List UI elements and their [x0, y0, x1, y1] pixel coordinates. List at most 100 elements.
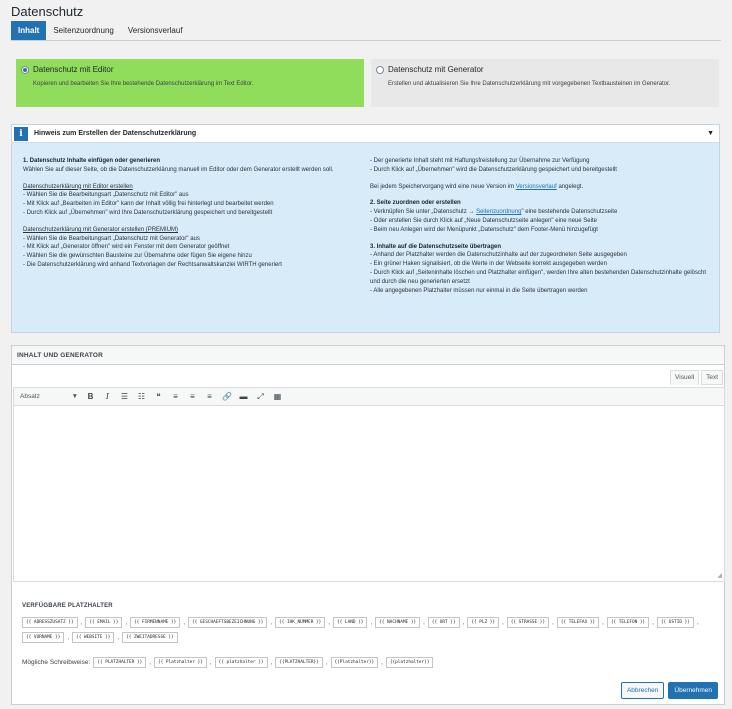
tab-text[interactable]: Text — [701, 370, 723, 385]
placeholder-chip[interactable]: {{ ZWEITADRESSE }} — [122, 632, 178, 643]
blockquote-icon[interactable]: ❝ — [154, 392, 163, 401]
separator: , — [381, 659, 383, 666]
bullet-list-icon[interactable]: ☰ — [120, 392, 129, 401]
hint-line: - Wählen Sie die gewünschten Bausteine z… — [23, 253, 252, 260]
hint-line: - Verknüpfen Sie unter „Datenschutz → Se… — [370, 209, 618, 216]
align-right-icon[interactable]: ≡ — [205, 392, 214, 401]
hint-line: - Durch Klick auf „Seiteninhalte löschen… — [370, 269, 707, 285]
align-center-icon[interactable]: ≡ — [188, 392, 197, 401]
spelling-chip[interactable]: {{Platzhalter}} — [330, 657, 379, 668]
hint-line: - Wählen Sie die Bearbeitungsart „Datens… — [23, 235, 200, 242]
mode-generator-option[interactable]: Datenschutz mit Generator Erstellen und … — [371, 59, 719, 107]
format-select[interactable]: Absatz ▼ — [20, 393, 78, 400]
separator: , — [502, 619, 504, 626]
bold-icon[interactable]: B — [86, 392, 95, 401]
hint-line: - Mit Klick auf „Bearbeiten im Editor" k… — [23, 201, 274, 208]
read-more-icon[interactable]: ▬ — [239, 392, 248, 401]
placeholder-chip[interactable]: {{ ADRESSZUSATZ }} — [22, 617, 78, 628]
placeholders-title: VERFÜGBARE PLATZHALTER — [22, 603, 113, 609]
separator: , — [462, 619, 465, 626]
mode-editor-option[interactable]: Datenschutz mit Editor Kopieren und bear… — [16, 59, 364, 107]
apply-button[interactable]: Übernehmen — [668, 682, 718, 699]
hint-line: - Mit Klick auf „Generator öffnen" wird … — [23, 244, 230, 251]
hint-line: - Anhand der Platzhalter werden die Date… — [370, 252, 627, 259]
collapse-toggle-icon[interactable]: ▼ — [707, 130, 714, 137]
separator: , — [80, 619, 83, 626]
hint-title: Hinweis zum Erstellen der Datenschutzerk… — [34, 130, 197, 137]
placeholder-chip[interactable]: {{ TELEFAX }} — [556, 617, 600, 628]
tab-versionsverlauf[interactable]: Versionsverlauf — [121, 22, 190, 40]
hint-line: - Der generierte Inhalt steht mit Haftun… — [370, 158, 590, 164]
placeholder-chip[interactable]: {{ NACHNAME }} — [375, 617, 421, 628]
separator: , — [270, 619, 273, 626]
tab-inhalt[interactable]: Inhalt — [11, 21, 47, 40]
hint-heading-1: 1. Datenschutz Inhalte einfügen oder gen… — [23, 158, 161, 164]
separator: , — [423, 619, 425, 626]
editor-content-area[interactable]: ◢ — [13, 406, 725, 582]
separator: , — [67, 634, 70, 641]
hint-line: - Beim neu Anlegen wird der Menüpunkt „D… — [370, 226, 598, 233]
fullscreen-icon[interactable]: ⤢ — [256, 392, 265, 402]
numbered-list-icon[interactable]: ☷ — [137, 392, 146, 401]
mode-generator-label: Datenschutz mit Generator — [388, 65, 484, 74]
align-left-icon[interactable]: ≡ — [171, 392, 180, 401]
editor-title: INHALT UND GENERATOR — [12, 346, 724, 365]
radio-editor[interactable] — [21, 65, 29, 74]
separator: , — [149, 659, 151, 666]
mode-selector: Datenschutz mit Editor Kopieren und bear… — [16, 59, 719, 107]
spelling-chip[interactable]: {{ platzhalter }} — [214, 657, 268, 668]
placeholder-chip[interactable]: {{ TELEFON }} — [606, 617, 650, 628]
separator: , — [552, 619, 554, 626]
hint-right-column: - Der generierte Inhalt steht mit Haftun… — [362, 157, 709, 295]
spelling-label: Mögliche Schreibweise: — [22, 659, 91, 666]
mode-editor-label: Datenschutz mit Editor — [33, 65, 114, 74]
hint-save-line: Bei jedem Speichervorgang wird eine neue… — [370, 183, 584, 190]
radio-generator[interactable] — [376, 65, 384, 74]
placeholder-chip[interactable]: {{ FIRMENNAME }} — [130, 617, 181, 628]
chevron-down-icon: ▼ — [71, 393, 78, 400]
hint-line: - Alle angegebenen Platzhalter müssen nu… — [370, 287, 588, 294]
placeholder-chip[interactable]: {{ LAND }} — [333, 617, 368, 628]
toolbar-toggle-icon[interactable]: ▦ — [273, 392, 282, 401]
hint-line: - Oder erstellen Sie durch Klick auf „Ne… — [370, 217, 597, 224]
hint-subheading-generator: Datenschutzerklärung mit Generator erste… — [23, 226, 179, 233]
placeholder-chip[interactable]: {{ IHK_NUMMER }} — [275, 617, 326, 628]
versionsverlauf-link[interactable]: Versionsverlauf — [516, 184, 557, 190]
tab-seitenzuordnung[interactable]: Seitenzuordnung — [46, 22, 121, 40]
editor-toolbar: Absatz ▼ B I ☰ ☷ ❝ ≡ ≡ ≡ 🔗 ▬ ⤢ ▦ — [13, 387, 725, 406]
editor-panel: INHALT UND GENERATOR Visuell Text Absatz… — [11, 345, 725, 705]
italic-icon[interactable]: I — [103, 392, 112, 401]
placeholder-chip[interactable]: {{ ORT }} — [427, 617, 460, 628]
placeholder-chip[interactable]: {{ WEBSITE }} — [72, 632, 115, 643]
spelling-chip[interactable]: {{platzhalter}} — [385, 657, 434, 668]
placeholder-chip[interactable]: {{ STRASSE }} — [506, 617, 550, 628]
hint-line: - Ein grüner Haken signalisiert, ob die … — [370, 261, 607, 268]
hint-left-column: 1. Datenschutz Inhalte einfügen oder gen… — [23, 157, 362, 295]
hint-heading-2: 2. Seite zuordnen oder erstellen — [370, 200, 461, 207]
resize-handle-icon[interactable]: ◢ — [717, 572, 722, 579]
separator: , — [117, 634, 120, 641]
cancel-button[interactable]: Abbrechen — [620, 682, 665, 699]
spelling-chip[interactable]: {{PLATZHALTER}} — [275, 657, 323, 668]
separator: , — [325, 659, 328, 666]
hint-line: - Wählen Sie die Bearbeitungsart „Datens… — [23, 192, 189, 199]
spelling-chip[interactable]: {{ PLATZHALTER }} — [93, 657, 147, 668]
hint-header[interactable]: i Hinweis zum Erstellen der Datenschutze… — [12, 125, 719, 143]
placeholder-chip[interactable]: {{ VORNAME }} — [22, 632, 65, 643]
tab-bar: Inhalt Seitenzuordnung Versionsverlauf — [11, 21, 721, 41]
placeholder-chip[interactable]: {{ EMAIL }} — [85, 617, 123, 628]
spelling-chip[interactable]: {{ Platzhalter }} — [153, 657, 207, 668]
separator: , — [270, 659, 273, 666]
seitenzuordnung-link[interactable]: Seitenzuordnung — [476, 209, 521, 215]
hint-subheading-editor: Datenschutzerklärung mit Editor erstelle… — [23, 183, 133, 190]
placeholder-chip[interactable]: {{ USTID }} — [656, 617, 694, 628]
page-title: Datenschutz — [11, 4, 84, 19]
separator: , — [328, 619, 330, 626]
placeholder-chip[interactable]: {{ GESCHAEFTSBEZEICHNUNG }} — [187, 617, 268, 628]
link-icon[interactable]: 🔗 — [222, 392, 232, 401]
separator: , — [125, 619, 128, 626]
mode-editor-desc: Kopieren und bearbeiten Sie Ihre bestehe… — [33, 81, 254, 87]
tab-visual[interactable]: Visuell — [670, 370, 700, 385]
separator: , — [370, 619, 373, 626]
placeholder-chip[interactable]: {{ PLZ }} — [467, 617, 500, 628]
